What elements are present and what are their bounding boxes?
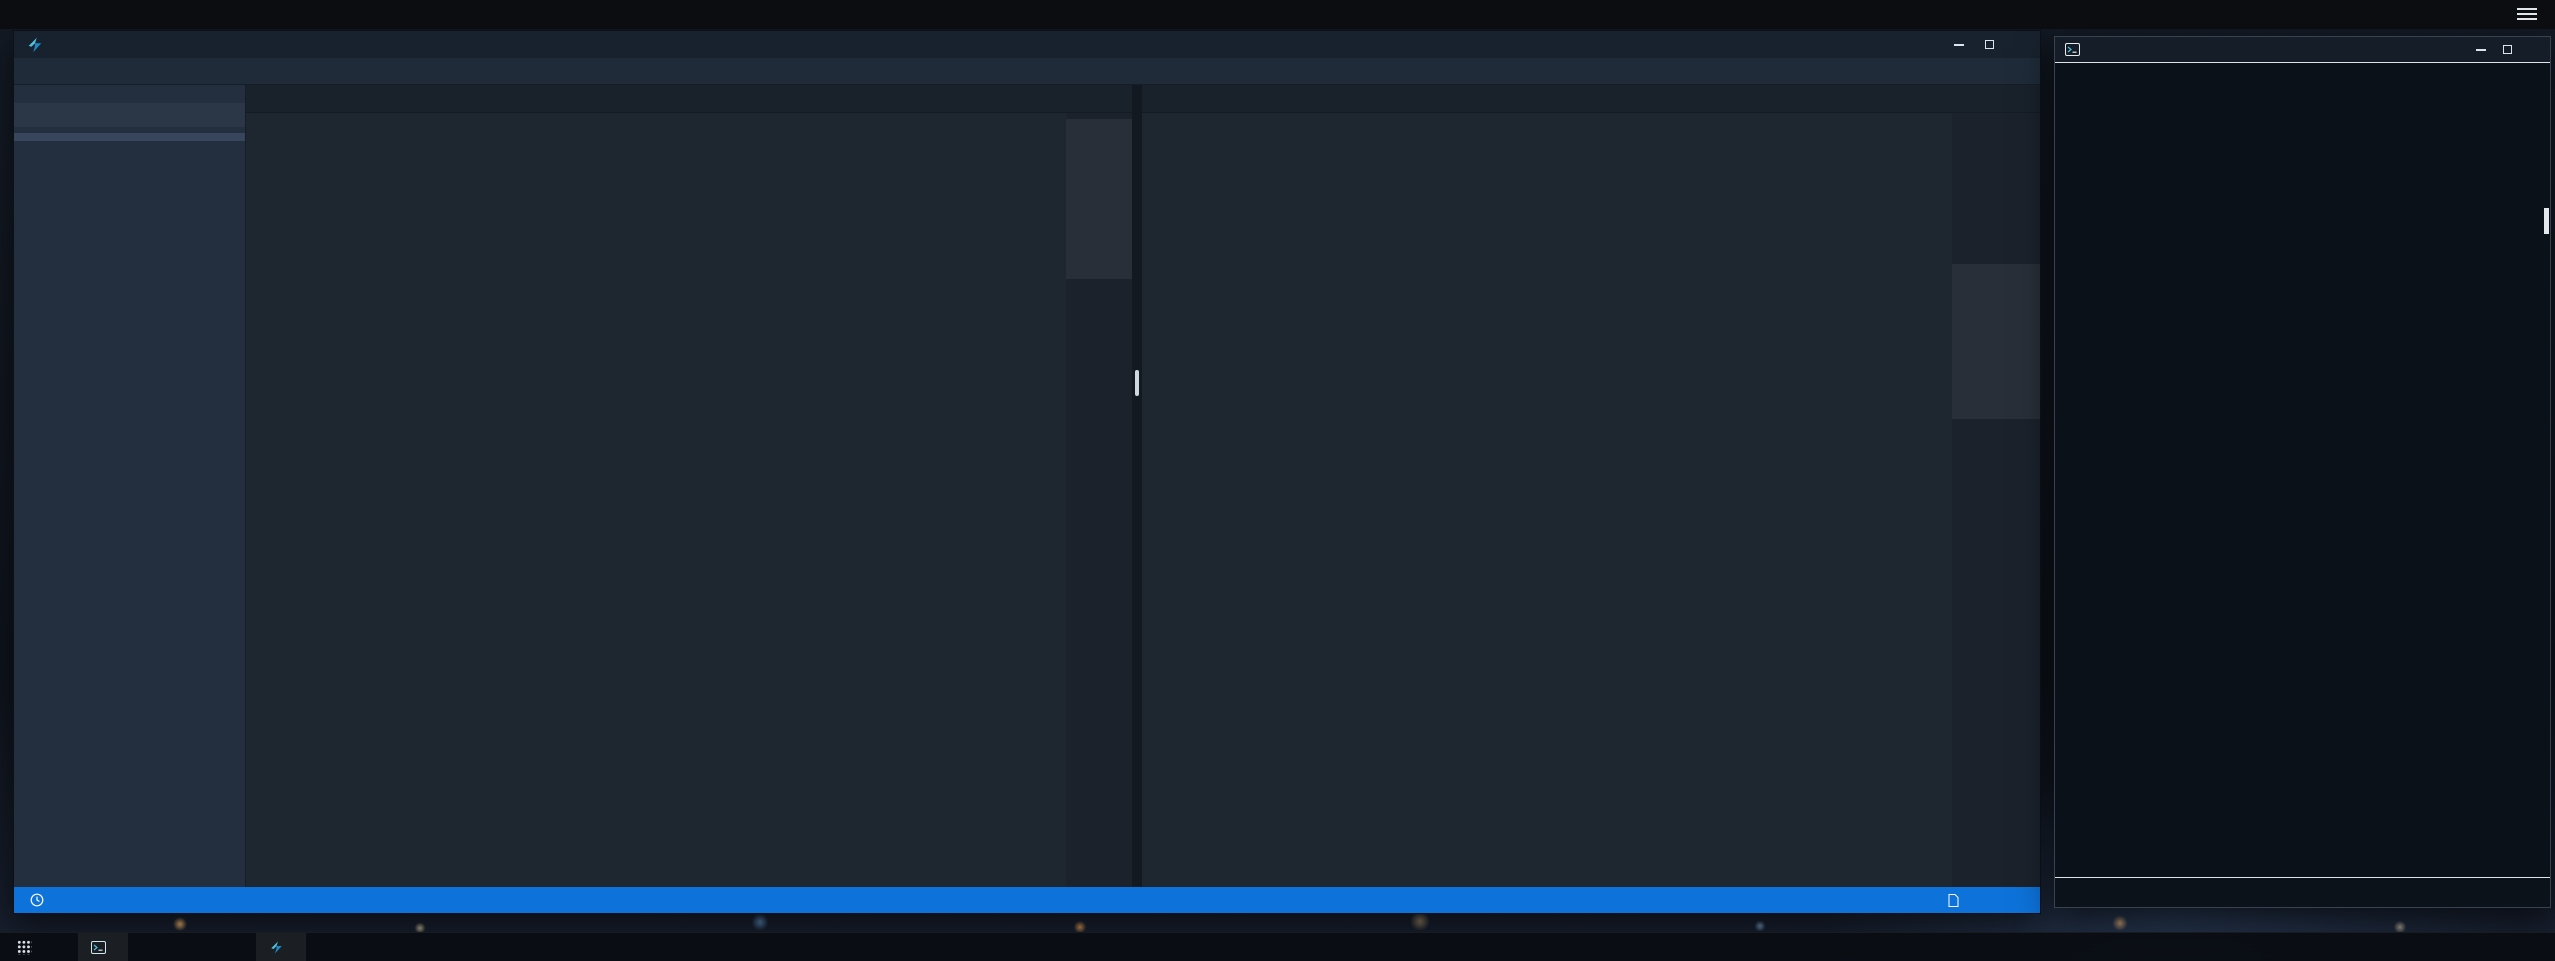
maximize-button[interactable] [1974, 31, 2004, 58]
editor-pane-left [246, 85, 1132, 887]
window-controls [2468, 37, 2546, 63]
terminal-scrollbar[interactable] [2544, 208, 2549, 234]
minimap-viewport[interactable] [1952, 264, 2040, 419]
code-area-right[interactable] [1142, 113, 1952, 887]
wstty-window [2054, 36, 2551, 908]
system-top-bar [0, 0, 2555, 29]
menu-bar [14, 58, 2040, 85]
clock-icon [30, 893, 44, 907]
minimize-button[interactable] [2468, 37, 2494, 63]
notepada-window [13, 30, 2041, 914]
notepada-main [14, 85, 2040, 887]
split-divider[interactable] [1132, 85, 1142, 887]
status-time [30, 893, 53, 907]
tab-bar-left [246, 85, 1132, 113]
status-bar [14, 887, 2040, 913]
minimap-right[interactable] [1952, 113, 2040, 887]
notepada-app-icon [269, 940, 284, 955]
terminal-icon [91, 941, 106, 954]
file-icon [1948, 894, 1959, 907]
editor-split [246, 85, 2040, 887]
pane-body-right [1142, 113, 2040, 887]
tree-root-header[interactable] [14, 133, 245, 141]
open-editors-header[interactable] [14, 103, 245, 127]
notepada-title-bar[interactable] [14, 31, 2040, 58]
wstty-title-bar[interactable] [2055, 37, 2550, 63]
window-controls [1944, 31, 2034, 58]
taskbar-item-notepada[interactable] [256, 933, 306, 961]
sidebar-header [14, 85, 245, 103]
taskbar [0, 932, 2555, 961]
close-button[interactable] [2520, 37, 2546, 63]
terminal-output [2055, 63, 2550, 83]
terminal-input-bar[interactable] [2055, 877, 2550, 907]
sidebar [14, 85, 246, 887]
editor-pane-right [1142, 85, 2040, 887]
maximize-button[interactable] [2494, 37, 2520, 63]
code-area-left[interactable] [246, 113, 1066, 887]
terminal-body[interactable] [2055, 63, 2550, 877]
app-grid-icon [17, 940, 32, 955]
pane-body-left [246, 113, 1132, 887]
taskbar-item-wstty[interactable] [78, 933, 128, 961]
tab-bar-right [1142, 85, 2040, 113]
minimap-left[interactable] [1066, 113, 1132, 887]
start-button[interactable] [0, 933, 48, 961]
close-button[interactable] [2004, 31, 2034, 58]
terminal-icon [2065, 43, 2080, 56]
split-handle[interactable] [1135, 370, 1139, 396]
status-file-path[interactable] [1948, 894, 1968, 907]
notepada-app-icon [26, 36, 44, 54]
minimap-viewport[interactable] [1066, 119, 1132, 279]
minimize-button[interactable] [1944, 31, 1974, 58]
status-right [1948, 894, 2024, 907]
hamburger-menu-icon[interactable] [2517, 8, 2537, 20]
